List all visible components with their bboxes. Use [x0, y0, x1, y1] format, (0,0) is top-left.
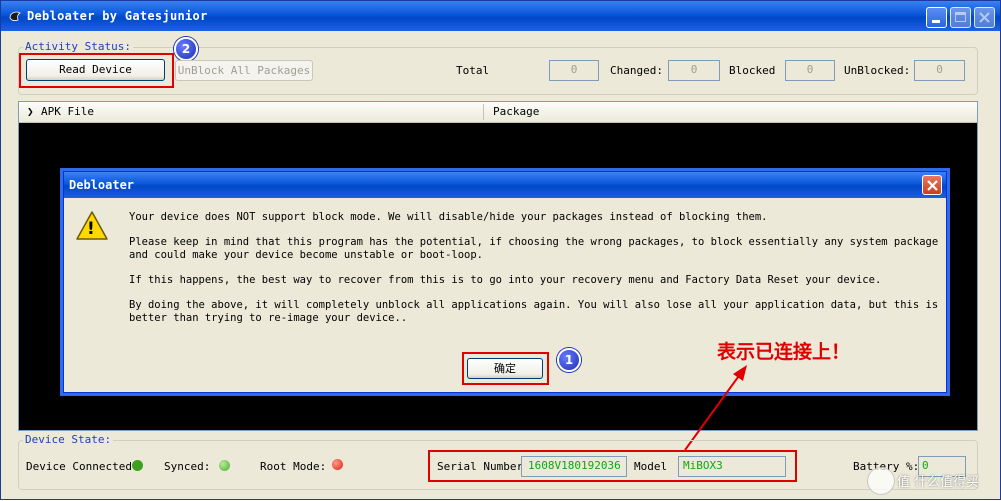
highlight-serial-model [428, 450, 797, 482]
annotation-badge-2: 2 [174, 37, 198, 61]
unblocked-field: 0 [914, 60, 965, 81]
device-state-label: Device State: [23, 433, 114, 446]
unblocked-label: UnBlocked: [844, 64, 911, 77]
device-connected-label: Device Connected: [26, 460, 139, 473]
maximize-icon [955, 12, 966, 22]
list-header: ❯ APK File Package [19, 102, 977, 123]
watermark-logo-icon [867, 467, 895, 495]
window-title: Debloater by Gatesjunior [27, 9, 208, 23]
maximize-button[interactable] [950, 7, 971, 28]
dialog-title: Debloater [69, 178, 135, 192]
dialog-message-1: Your device does NOT support block mode.… [129, 211, 768, 223]
dialog-message-2: Please keep in mind that this program ha… [129, 236, 939, 261]
device-connected-indicator [132, 460, 143, 471]
annotation-note: 表示已连接上！ [717, 341, 851, 363]
dialog-close-button[interactable] [922, 175, 942, 195]
watermark-text: 值 什么值得买 [897, 475, 980, 490]
column-apk-file[interactable]: APK File [41, 105, 94, 118]
dialog-title-bar[interactable]: Debloater [64, 172, 946, 198]
minimize-icon [932, 20, 940, 23]
unblock-all-packages-button[interactable]: UnBlock All Packages [175, 60, 313, 81]
expand-arrow-icon[interactable]: ❯ [27, 105, 34, 118]
debloater-window: Debloater by Gatesjunior Activity Status… [0, 0, 1001, 500]
minimize-button[interactable] [926, 7, 947, 28]
dialog-message-3: If this happens, the best way to recover… [129, 274, 882, 286]
warning-glyph: ! [87, 219, 95, 239]
root-mode-label: Root Mode: [260, 460, 327, 473]
total-label: Total [456, 64, 490, 77]
close-icon [979, 12, 990, 23]
title-bar[interactable]: Debloater by Gatesjunior [1, 1, 1000, 31]
close-icon [927, 180, 938, 191]
highlight-read-device [19, 53, 174, 88]
blocked-label: Blocked [729, 64, 776, 77]
close-window-button[interactable] [974, 7, 995, 28]
changed-field: 0 [668, 60, 720, 81]
column-package[interactable]: Package [493, 105, 539, 118]
column-separator[interactable] [483, 104, 484, 120]
synced-label: Synced: [164, 460, 211, 473]
activity-status-label: Activity Status: [23, 40, 133, 53]
total-field: 0 [549, 60, 599, 81]
highlight-ok-button [462, 352, 549, 385]
changed-label: Changed: [610, 64, 663, 77]
blocked-field: 0 [785, 60, 835, 81]
root-mode-indicator [332, 459, 343, 470]
synced-indicator [219, 460, 230, 471]
dialog-message-4: By doing the above, it will completely u… [129, 299, 939, 324]
annotation-badge-1: 1 [557, 348, 581, 372]
app-icon [9, 11, 21, 21]
